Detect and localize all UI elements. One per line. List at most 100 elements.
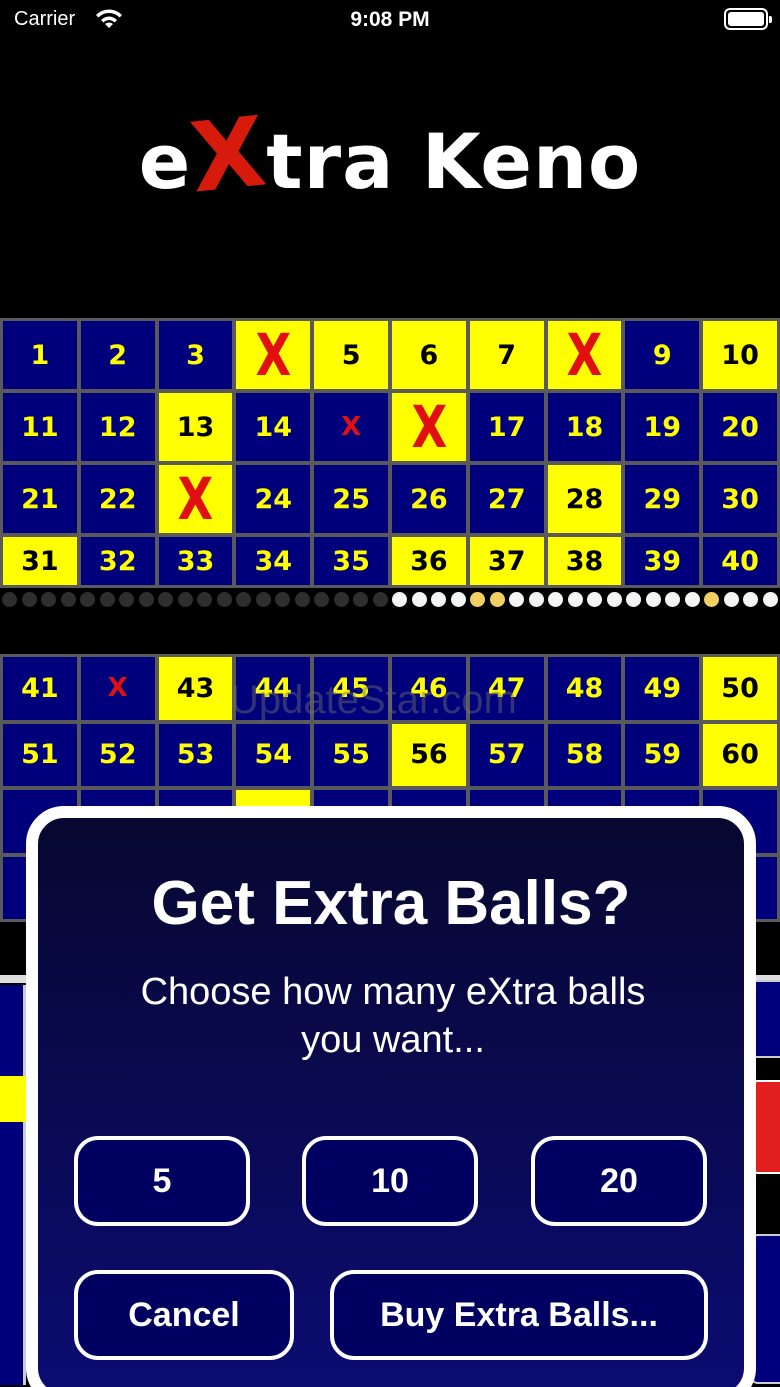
keno-cell[interactable]: 54: [236, 723, 311, 786]
cell-number: 3: [186, 339, 205, 371]
extra-balls-dialog: Get Extra Balls? Choose how many eXtra b…: [26, 806, 756, 1387]
battery-icon: [724, 8, 772, 30]
cell-number: 32: [98, 545, 137, 577]
option-10-button[interactable]: 10: [302, 1136, 478, 1226]
keno-board-top: 1 2 3 X 5 6 7 X 9 10 11 12 13 14 X X 17 18 19 20 21 22 X 24 25 26…: [0, 318, 780, 588]
keno-cell[interactable]: 35: [314, 537, 388, 585]
cell-number: 18: [565, 411, 604, 443]
ball-dot: [80, 592, 95, 607]
keno-cell[interactable]: 24: [236, 465, 311, 533]
keno-cell[interactable]: X: [158, 465, 233, 533]
ball-dot: [665, 592, 680, 607]
ball-dot: [645, 592, 661, 607]
keno-cell[interactable]: 7: [469, 321, 544, 389]
keno-cell[interactable]: 40: [703, 537, 777, 585]
marked-x: X: [566, 321, 603, 389]
keno-cell[interactable]: X: [236, 321, 311, 389]
cell-number: 31: [21, 545, 59, 577]
keno-cell[interactable]: 21: [3, 465, 77, 533]
keno-cell[interactable]: 1: [3, 321, 77, 389]
keno-cell[interactable]: 14: [236, 393, 311, 461]
ball-tracker: [0, 592, 780, 608]
keno-cell[interactable]: 19: [625, 393, 700, 461]
keno-cell[interactable]: 50: [703, 657, 777, 720]
keno-cell[interactable]: 3: [158, 321, 233, 389]
keno-cell[interactable]: 30: [703, 465, 777, 533]
keno-cell[interactable]: 56: [392, 723, 466, 786]
cell-number: 28: [565, 483, 604, 515]
keno-cell[interactable]: 27: [469, 465, 544, 533]
keno-cell[interactable]: 37: [469, 537, 544, 585]
keno-cell[interactable]: 29: [625, 465, 700, 533]
keno-cell[interactable]: X: [392, 393, 466, 461]
keno-cell[interactable]: 39: [625, 537, 700, 585]
cell-number: 2: [108, 339, 128, 371]
ball-dot: [275, 592, 290, 607]
keno-cell[interactable]: 34: [236, 537, 311, 585]
keno-cell[interactable]: 11: [3, 393, 77, 461]
cell-number: 24: [254, 483, 293, 515]
cell-number: 51: [21, 739, 59, 771]
buy-extra-balls-button[interactable]: Buy Extra Balls...: [330, 1270, 708, 1360]
ball-dot: [411, 592, 427, 607]
keno-cell[interactable]: X: [80, 657, 155, 720]
keno-cell[interactable]: X: [547, 321, 622, 389]
keno-cell[interactable]: 12: [80, 393, 155, 461]
keno-cell[interactable]: 6: [392, 321, 466, 389]
keno-cell[interactable]: 60: [703, 723, 777, 786]
keno-cell[interactable]: 36: [392, 537, 466, 585]
ball-dot: [704, 592, 719, 607]
cell-number: 27: [487, 483, 526, 515]
keno-cell[interactable]: 53: [158, 723, 233, 786]
cell-number: 35: [332, 545, 370, 577]
cancel-button[interactable]: Cancel: [74, 1270, 294, 1360]
keno-cell[interactable]: 9: [625, 321, 700, 389]
cell-number: 14: [254, 411, 293, 443]
keno-cell[interactable]: 17: [469, 393, 544, 461]
keno-cell[interactable]: 49: [625, 657, 700, 720]
keno-cell[interactable]: 38: [547, 537, 622, 585]
keno-cell[interactable]: 18: [547, 393, 622, 461]
keno-cell[interactable]: 52: [80, 723, 155, 786]
keno-cell[interactable]: 20: [703, 393, 777, 461]
keno-cell[interactable]: 31: [3, 537, 77, 585]
keno-cell[interactable]: 33: [158, 537, 233, 585]
keno-cell[interactable]: 48: [547, 657, 622, 720]
keno-cell[interactable]: 10: [703, 321, 777, 389]
ball-dot: [21, 592, 37, 607]
ball-dot: [314, 592, 329, 607]
cell-number: 9: [652, 339, 672, 371]
keno-cell[interactable]: 5: [314, 321, 388, 389]
keno-cell[interactable]: 41: [3, 657, 77, 720]
keno-cell[interactable]: 32: [80, 537, 155, 585]
keno-cell[interactable]: 13: [158, 393, 233, 461]
cell-number: 38: [565, 545, 604, 577]
cell-number: 34: [254, 545, 293, 577]
cell-number: 48: [565, 672, 604, 704]
option-5-button[interactable]: 5: [74, 1136, 250, 1226]
keno-cell[interactable]: 2: [80, 321, 155, 389]
keno-cell[interactable]: 43: [158, 657, 233, 720]
cell-number: 52: [98, 739, 137, 771]
keno-cell[interactable]: 28: [547, 465, 622, 533]
ball-dot: [60, 592, 76, 607]
ball-dot: [392, 592, 407, 607]
keno-cell[interactable]: 51: [3, 723, 77, 786]
option-20-button[interactable]: 20: [531, 1136, 707, 1226]
cell-number: 11: [21, 411, 59, 443]
ball-dot: [255, 592, 271, 607]
keno-cell[interactable]: 55: [314, 723, 388, 786]
logo-x-mark: X: [185, 95, 272, 215]
background-indicator: [0, 1076, 26, 1122]
keno-cell[interactable]: 58: [547, 723, 622, 786]
keno-cell[interactable]: 25: [314, 465, 388, 533]
ball-dot: [489, 592, 505, 607]
keno-cell[interactable]: 59: [625, 723, 700, 786]
ball-dot: [99, 592, 115, 607]
keno-cell[interactable]: 22: [80, 465, 155, 533]
keno-cell[interactable]: 26: [392, 465, 466, 533]
keno-cell[interactable]: X: [314, 393, 388, 461]
ball-dot: [470, 592, 485, 607]
app-logo: eXtra Keno: [0, 95, 780, 214]
keno-cell[interactable]: 57: [469, 723, 544, 786]
